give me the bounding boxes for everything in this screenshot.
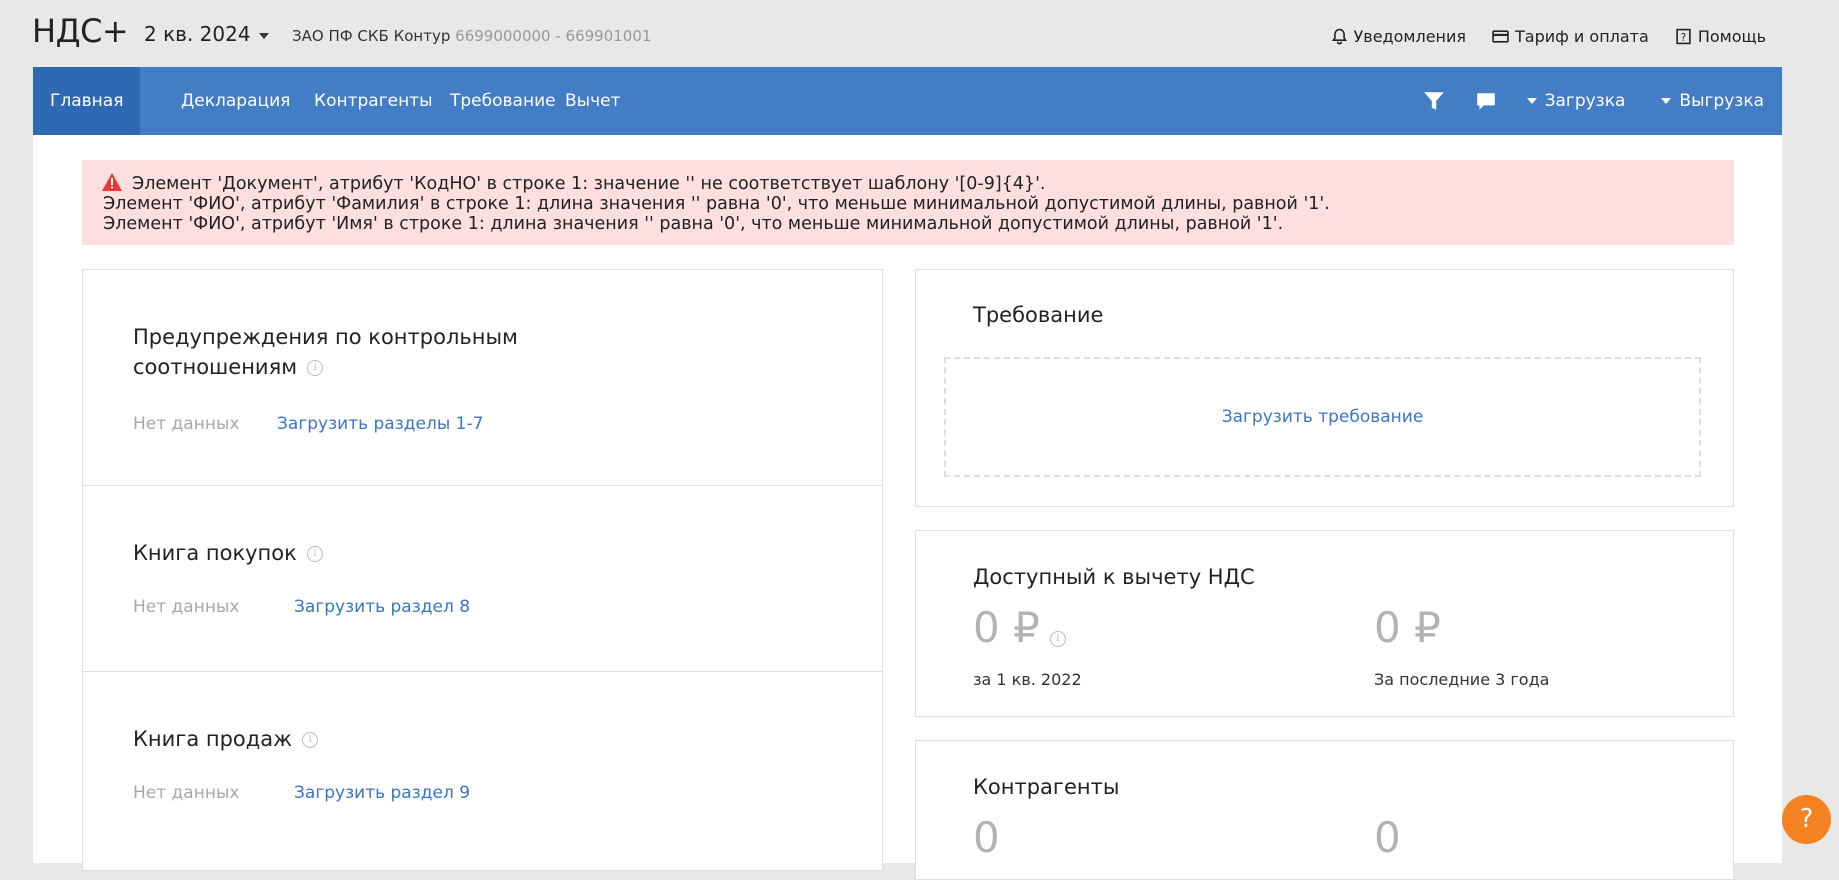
download-dropdown[interactable]: Выгрузка xyxy=(1661,91,1764,111)
card-title: Требование xyxy=(973,303,1104,327)
vat-deduction-card: Доступный к вычету НДС 0 ₽ i за 1 кв. 202… xyxy=(915,530,1734,717)
counterparties-value: 0 xyxy=(973,813,1000,862)
card-title-line: Предупреждения по контрольным xyxy=(133,325,518,349)
svg-text:?: ? xyxy=(1680,31,1686,44)
card-title: Книга покупок i xyxy=(133,541,323,565)
help-chat-button[interactable]: ? xyxy=(1782,795,1831,844)
org-inn-kpp: 6699000000 - 669901001 xyxy=(455,27,652,45)
info-icon[interactable]: i xyxy=(307,360,324,376)
card-title: Доступный к вычету НДС xyxy=(973,565,1255,589)
period-selector[interactable]: 2 кв. 2024 xyxy=(144,22,269,46)
card-title: Контрагенты xyxy=(973,775,1120,799)
warning-icon xyxy=(102,173,122,191)
upload-dropdown[interactable]: Загрузка xyxy=(1526,91,1626,111)
deduction-amount: 0 ₽ i xyxy=(973,603,1066,652)
chat-icon[interactable] xyxy=(1475,90,1497,112)
requirement-card: Требование Загрузить требование xyxy=(915,269,1734,507)
alert-line: Элемент 'ФИО', атрибут 'Фамилия' в строк… xyxy=(103,194,1330,214)
deduction-amount-3years: 0 ₽ xyxy=(1374,603,1441,652)
upload-requirement-link[interactable]: Загрузить требование xyxy=(1222,407,1424,427)
organization-info[interactable]: ЗАО ПФ СКБ Контур 6699000000 - 669901001 xyxy=(292,27,651,45)
app-logo[interactable]: НДС+ xyxy=(32,12,129,50)
no-data-label: Нет данных xyxy=(133,597,240,617)
chevron-down-icon xyxy=(258,32,269,39)
main-content: Элемент 'Документ', атрибут 'КодНО' в ст… xyxy=(33,135,1782,880)
deduction-period: за 1 кв. 2022 xyxy=(973,670,1082,689)
no-data-label: Нет данных xyxy=(133,783,240,803)
tab-deduction[interactable]: Вычет xyxy=(548,67,638,135)
tariff-label: Тариф и оплата xyxy=(1515,27,1649,46)
credit-card-icon xyxy=(1492,30,1509,43)
top-bar: НДС+ 2 кв. 2024 ЗАО ПФ СКБ Контур 669900… xyxy=(0,0,1839,67)
control-ratios-card: Предупреждения по контрольным соотношения… xyxy=(82,269,883,486)
card-title-text: Книга продаж xyxy=(133,727,293,751)
period-value: 2 кв. 2024 xyxy=(144,22,251,46)
no-data-label: Нет данных xyxy=(133,414,240,434)
error-alert: Элемент 'Документ', атрибут 'КодНО' в ст… xyxy=(82,160,1734,245)
notifications-label: Уведомления xyxy=(1353,27,1467,46)
caret-down-icon xyxy=(1526,98,1537,104)
requirement-dropzone[interactable]: Загрузить требование xyxy=(944,357,1701,477)
deduction-period-3years: За последние 3 года xyxy=(1374,670,1550,689)
info-icon[interactable]: i xyxy=(302,732,319,748)
counterparties-card: Контрагенты 0 0 xyxy=(915,740,1734,880)
main-navigation: Главная Декларация Контрагенты Требовани… xyxy=(33,67,1782,135)
tab-counterparties[interactable]: Контрагенты xyxy=(297,67,450,135)
upload-section-9-link[interactable]: Загрузить раздел 9 xyxy=(294,783,470,803)
filter-icon[interactable] xyxy=(1423,90,1445,112)
help-label: Помощь xyxy=(1697,27,1766,46)
download-label: Выгрузка xyxy=(1679,91,1764,111)
card-title-text: Книга покупок xyxy=(133,541,297,565)
amount-value: 0 ₽ xyxy=(973,603,1040,652)
info-icon[interactable]: i xyxy=(1049,630,1066,647)
counterparties-value-2: 0 xyxy=(1374,813,1401,862)
notifications-link[interactable]: Уведомления xyxy=(1331,27,1467,46)
sales-book-card: Книга продаж i Нет данных Загрузить разде… xyxy=(82,671,883,871)
bell-icon xyxy=(1331,28,1347,45)
upload-section-8-link[interactable]: Загрузить раздел 8 xyxy=(294,597,470,617)
top-links: Уведомления Тариф и оплата ? Помощь xyxy=(1331,27,1766,46)
alert-line: Элемент 'ФИО', атрибут 'Имя' в строке 1:… xyxy=(103,214,1284,234)
purchase-book-card: Книга покупок i Нет данных Загрузить разд… xyxy=(82,485,883,672)
tab-declaration[interactable]: Декларация xyxy=(164,67,307,135)
card-title-line: соотношениям xyxy=(133,355,298,379)
tariff-link[interactable]: Тариф и оплата xyxy=(1492,27,1649,46)
card-title: Предупреждения по контрольным соотношения… xyxy=(133,322,518,382)
help-link[interactable]: ? Помощь xyxy=(1675,27,1766,46)
alert-line: Элемент 'Документ', атрибут 'КодНО' в ст… xyxy=(82,173,1734,194)
upload-label: Загрузка xyxy=(1544,91,1626,111)
card-title: Книга продаж i xyxy=(133,727,319,751)
upload-sections-1-7-link[interactable]: Загрузить разделы 1-7 xyxy=(277,414,483,434)
help-square-icon: ? xyxy=(1676,28,1691,45)
alert-text: Элемент 'Документ', атрибут 'КодНО' в ст… xyxy=(132,174,1046,194)
org-name: ЗАО ПФ СКБ Контур xyxy=(292,27,451,45)
nav-actions: Загрузка Выгрузка xyxy=(1423,67,1782,135)
info-icon[interactable]: i xyxy=(306,546,323,562)
caret-down-icon xyxy=(1661,98,1672,104)
tab-main[interactable]: Главная xyxy=(33,67,141,135)
